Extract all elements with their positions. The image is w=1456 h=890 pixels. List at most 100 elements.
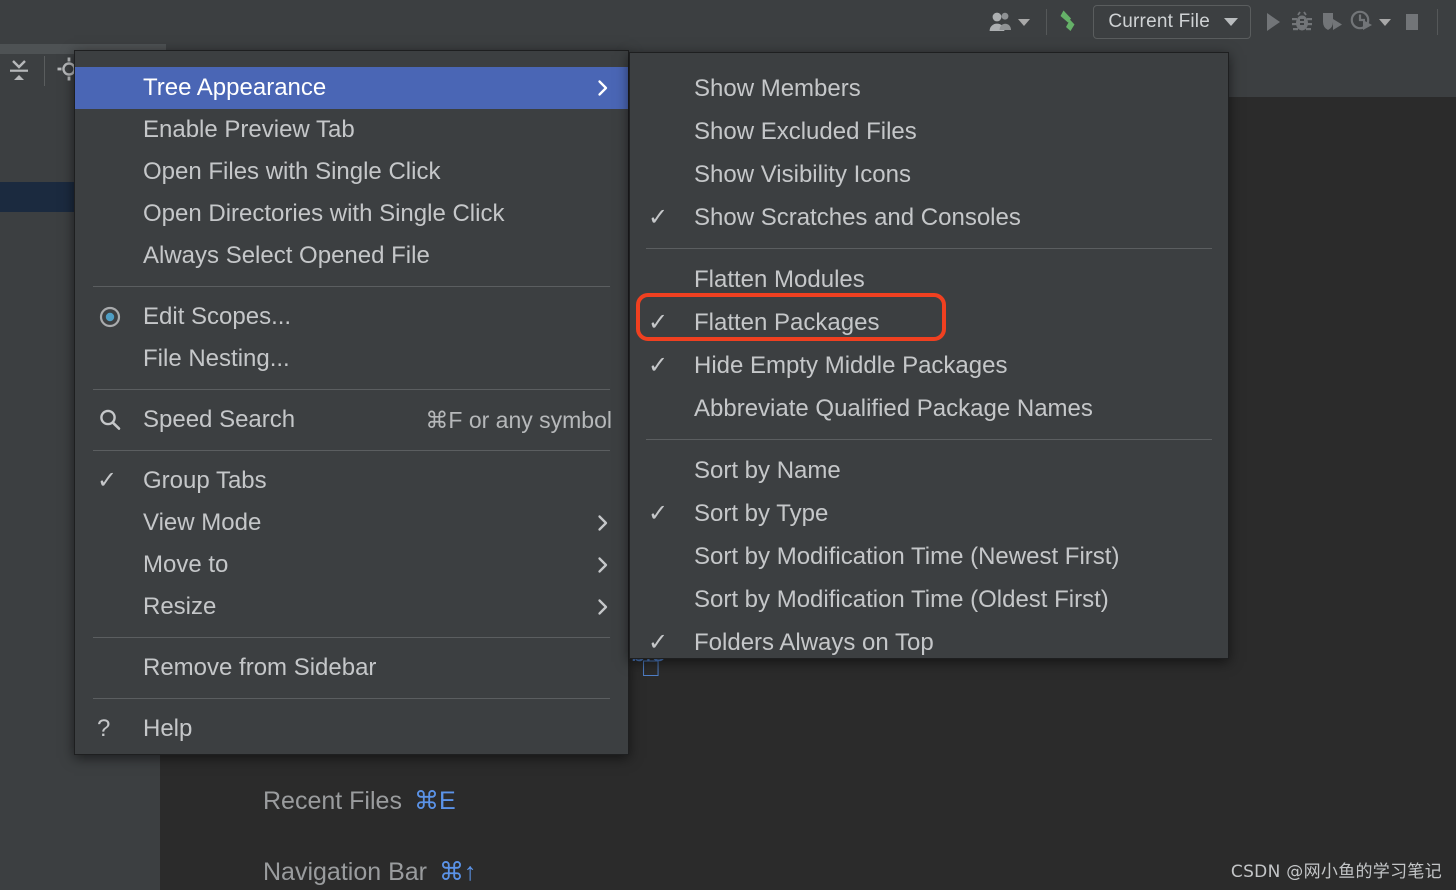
menu-separator — [93, 389, 610, 390]
tool-window-divider — [44, 56, 45, 86]
check-icon: ✓ — [648, 628, 669, 656]
toolbar-left-group — [986, 0, 1036, 44]
menu-separator — [93, 450, 610, 451]
menu-separator — [93, 637, 610, 638]
menu-separator — [93, 286, 610, 287]
menu-item-gutter — [97, 407, 143, 433]
menu-item-help[interactable]: ? Help — [75, 708, 628, 750]
collapse-all-icon[interactable] — [3, 55, 35, 87]
menu-item-resize[interactable]: Resize — [75, 586, 628, 628]
debug-bug-icon[interactable] — [1287, 7, 1317, 37]
run-more-chevron-down-icon[interactable] — [1379, 18, 1391, 26]
people-chevron-down-icon[interactable] — [1018, 18, 1031, 26]
tree-appearance-submenu[interactable]: Show Members Show Excluded Files Show Visi… — [629, 52, 1229, 659]
hammer-build-icon[interactable] — [1057, 7, 1087, 37]
submenu-item-abbreviate-qualified-package-names[interactable]: Abbreviate Qualified Package Names — [630, 387, 1228, 430]
menu-item-tree-appearance[interactable]: Tree Appearance — [75, 67, 628, 109]
submenu-item-show-members[interactable]: Show Members — [630, 67, 1228, 110]
check-icon: ✓ — [648, 351, 669, 379]
menu-item-gutter: ? — [97, 717, 143, 741]
menu-item-label: Sort by Type — [694, 499, 829, 527]
submenu-item-show-excluded-files[interactable]: Show Excluded Files — [630, 110, 1228, 153]
tree-options-context-menu[interactable]: Tree Appearance Enable Preview Tab Open Fi… — [74, 50, 629, 755]
submenu-item-sort-by-modification-time-oldest-first[interactable]: Sort by Modification Time (Oldest First) — [630, 578, 1228, 621]
submenu-item-folders-always-on-top[interactable]: ✓ Folders Always on Top — [630, 621, 1228, 664]
menu-item-remove-from-sidebar[interactable]: Remove from Sidebar — [75, 647, 628, 689]
hint-recent-files-shortcut: ⌘E — [413, 787, 456, 815]
submenu-item-sort-by-name[interactable]: Sort by Name — [630, 449, 1228, 492]
check-icon: ✓ — [648, 499, 669, 527]
hint-recent-files: Recent Files ⌘E — [263, 786, 456, 816]
menu-item-label: Abbreviate Qualified Package Names — [694, 394, 1093, 422]
menu-item-label: Show Members — [694, 74, 861, 102]
run-configuration-chevron-down-icon[interactable] — [1224, 18, 1238, 26]
menu-item-gutter: ✓ — [648, 205, 694, 230]
menu-item-label: Flatten Modules — [694, 265, 865, 293]
menu-item-label: Open Files with Single Click — [143, 158, 441, 185]
menu-item-label: Remove from Sidebar — [143, 654, 377, 681]
menu-item-label: Help — [143, 715, 193, 742]
main-toolbar: Current File — [0, 0, 1456, 44]
radio-selected-icon — [99, 306, 121, 328]
menu-item-view-mode[interactable]: View Mode — [75, 502, 628, 544]
submenu-item-show-scratches-and-consoles[interactable]: ✓ Show Scratches and Consoles — [630, 196, 1228, 239]
search-icon — [100, 409, 121, 430]
menu-separator — [646, 439, 1212, 440]
chevron-right-icon — [598, 515, 608, 531]
menu-item-speed-search[interactable]: Speed Search ⌘F or any symbol — [75, 399, 628, 441]
watermark: CSDN @网小鱼的学习笔记 — [1230, 862, 1442, 882]
menu-item-file-nesting[interactable]: File Nesting... — [75, 338, 628, 380]
menu-item-shortcut: ⌘F or any symbol — [425, 406, 612, 433]
hint-navigation-bar-label: Navigation Bar — [263, 858, 427, 886]
menu-item-label: Show Scratches and Consoles — [694, 203, 1021, 231]
menu-item-label: Resize — [143, 593, 217, 620]
submenu-item-flatten-packages[interactable]: ✓ Flatten Packages — [630, 301, 1228, 344]
toolbar-separator-2 — [1437, 9, 1438, 35]
check-icon: ✓ — [648, 308, 669, 336]
menu-item-label: Edit Scopes... — [143, 303, 292, 330]
menu-item-label: Group Tabs — [143, 467, 267, 494]
submenu-item-sort-by-type[interactable]: ✓ Sort by Type — [630, 492, 1228, 535]
menu-item-label: File Nesting... — [143, 345, 290, 372]
run-configuration-selector[interactable]: Current File — [1093, 5, 1251, 39]
menu-item-label: Show Visibility Icons — [694, 160, 911, 188]
help-question-icon: ? — [97, 715, 111, 742]
menu-item-label: Speed Search — [143, 406, 296, 433]
hint-navigation-bar-shortcut: ⌘↑ — [438, 858, 477, 886]
menu-item-open-directories-with-single-click[interactable]: Open Directories with Single Click — [75, 193, 628, 235]
menu-separator — [93, 698, 610, 699]
submenu-item-show-visibility-icons[interactable]: Show Visibility Icons — [630, 153, 1228, 196]
people-icon[interactable] — [986, 7, 1016, 37]
menu-separator — [646, 248, 1212, 249]
menu-item-label: Move to — [143, 551, 229, 578]
menu-item-gutter — [97, 304, 143, 330]
run-configuration-label: Current File — [1108, 11, 1210, 32]
stop-square-icon[interactable] — [1397, 7, 1427, 37]
run-with-profiler-icon[interactable] — [1347, 7, 1377, 37]
submenu-item-flatten-modules[interactable]: Flatten Modules — [630, 258, 1228, 301]
menu-item-enable-preview-tab[interactable]: Enable Preview Tab — [75, 109, 628, 151]
menu-item-move-to[interactable]: Move to — [75, 544, 628, 586]
menu-item-label: Folders Always on Top — [694, 628, 934, 656]
menu-item-label: Enable Preview Tab — [143, 116, 355, 143]
menu-item-label: Open Directories with Single Click — [143, 200, 505, 227]
menu-item-always-select-opened-file[interactable]: Always Select Opened File — [75, 235, 628, 277]
menu-item-label: Hide Empty Middle Packages — [694, 351, 1008, 379]
run-play-icon[interactable] — [1257, 7, 1287, 37]
menu-item-label: Show Excluded Files — [694, 117, 917, 145]
menu-item-edit-scopes[interactable]: Edit Scopes... — [75, 296, 628, 338]
chevron-right-icon — [598, 599, 608, 615]
menu-item-gutter: ✓ — [648, 351, 694, 379]
menu-item-open-files-with-single-click[interactable]: Open Files with Single Click — [75, 151, 628, 193]
menu-item-group-tabs[interactable]: ✓ Group Tabs — [75, 460, 628, 502]
hint-navigation-bar: Navigation Bar ⌘↑ — [263, 857, 476, 887]
submenu-item-sort-by-modification-time-newest-first[interactable]: Sort by Modification Time (Newest First) — [630, 535, 1228, 578]
menu-item-label: Sort by Name — [694, 456, 841, 484]
menu-item-label: Always Select Opened File — [143, 242, 430, 269]
chevron-right-icon — [598, 557, 608, 573]
menu-item-label: Flatten Packages — [694, 308, 880, 336]
hint-recent-files-label: Recent Files — [263, 787, 402, 815]
submenu-item-hide-empty-middle-packages[interactable]: ✓ Hide Empty Middle Packages — [630, 344, 1228, 387]
run-with-coverage-icon[interactable] — [1317, 7, 1347, 37]
menu-item-label: Sort by Modification Time (Newest First) — [694, 542, 1120, 570]
